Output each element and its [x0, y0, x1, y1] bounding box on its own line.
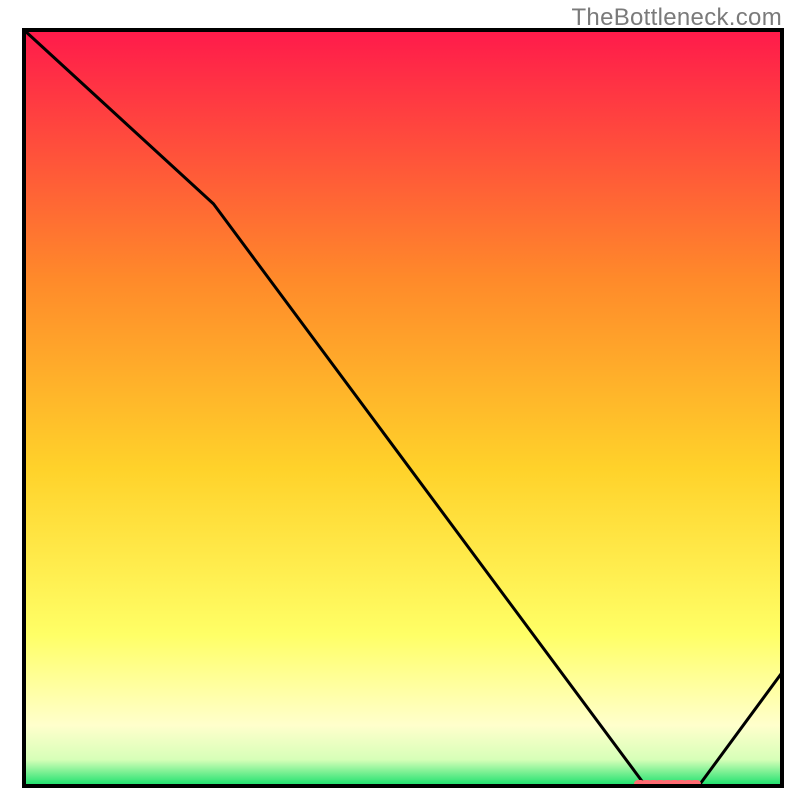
- plot-background: [24, 30, 782, 786]
- chart-container: TheBottleneck.com: [0, 0, 800, 800]
- watermark-text: TheBottleneck.com: [571, 4, 782, 32]
- bottleneck-chart: [0, 0, 800, 800]
